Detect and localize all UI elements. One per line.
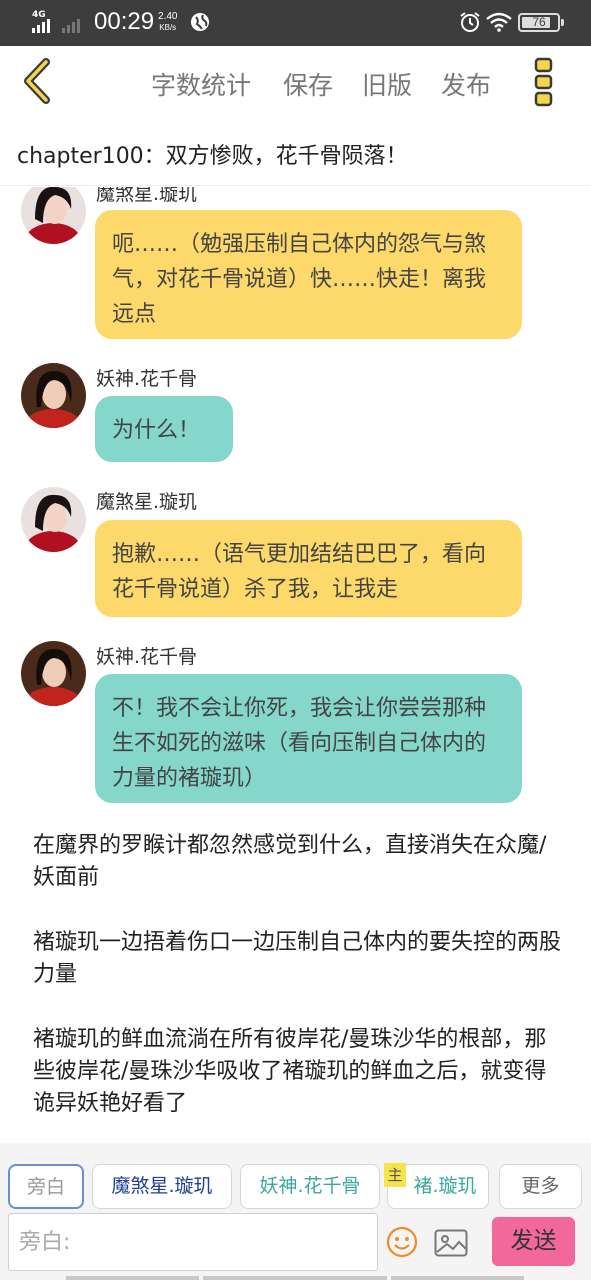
chapter-title[interactable]: chapter100：双方惨败，花千骨陨落！: [17, 138, 408, 170]
message-bubble[interactable]: 呃……（勉强压制自己体内的怨气与煞气，对花千骨说道）快……快走！离我远点: [95, 210, 522, 339]
network-speed: 2.40 KB/s: [158, 11, 177, 33]
more-menu-icon[interactable]: [530, 56, 558, 108]
wifi-icon: [486, 12, 512, 32]
nav-indicator: [391, 1276, 524, 1280]
message-input-box[interactable]: [8, 1213, 378, 1271]
signal-icon: [32, 19, 80, 33]
chapter-title-row: chapter100：双方惨败，花千骨陨落！: [0, 120, 591, 186]
narration-text[interactable]: 褚璇玑一边捂着伤口一边压制自己体内的要失控的两股力量: [33, 927, 568, 991]
message-bubble[interactable]: 为什么！: [95, 396, 233, 462]
message-list[interactable]: 魔煞星.璇玑 呃……（勉强压制自己体内的怨气与煞气，对花千骨说道）快……快走！离…: [0, 187, 591, 1143]
narration-text[interactable]: 褚璇玑的鲜血流淌在所有彼岸花/曼珠沙华的根部，那些彼岸花/曼珠沙华吸收了褚璇玑的…: [33, 1024, 568, 1120]
message-input[interactable]: [9, 1214, 377, 1270]
nav-indicator: [203, 1276, 387, 1280]
message-bubble[interactable]: 抱歉……（语气更加结结巴巴了，看向花千骨说道）杀了我，让我走: [95, 520, 522, 617]
image-icon[interactable]: [434, 1229, 468, 1257]
battery-icon: 76: [518, 13, 564, 32]
emoji-icon[interactable]: [386, 1226, 418, 1258]
old-version-button[interactable]: 旧版: [362, 66, 412, 102]
narration-text[interactable]: 在魔界的罗睺计都忽然感觉到什么，直接消失在众魔/妖面前: [33, 830, 568, 894]
battery-level: 76: [532, 15, 546, 29]
avatar-huaqiangu[interactable]: [21, 363, 86, 428]
battery-tip: [561, 19, 564, 26]
clock: 00:29: [94, 8, 155, 35]
message-speaker: 魔煞星.璇玑: [96, 491, 198, 513]
role-xuanji-button[interactable]: 魔煞星.璇玑: [92, 1164, 232, 1209]
avatar-xuanji[interactable]: [21, 187, 86, 244]
role-huaqiangu-button[interactable]: 妖神.花千骨: [240, 1164, 380, 1209]
message-speaker: 魔煞星.璇玑: [96, 187, 198, 205]
word-count-button[interactable]: 字数统计: [151, 66, 251, 102]
globe-icon: [191, 13, 209, 31]
status-bar: 4G 00:29 2.40 KB/s 76: [0, 0, 591, 46]
message-speaker: 妖神.花千骨: [96, 646, 198, 668]
send-button[interactable]: 发送: [492, 1217, 575, 1266]
more-roles-button[interactable]: 更多: [499, 1164, 582, 1209]
top-toolbar: 字数统计 保存 旧版 发布: [0, 46, 591, 120]
nav-indicator: [66, 1276, 199, 1280]
composer-bar: 旁白 魔煞星.璇玑 妖神.花千骨 褚.璇玑 更多 发送: [0, 1143, 591, 1280]
back-chevron-icon[interactable]: [18, 58, 58, 104]
message-bubble[interactable]: 不！我不会让你死，我会让你尝尝那种生不如死的滋味（看向压制自己体内的力量的褚璇玑…: [95, 674, 522, 803]
publish-button[interactable]: 发布: [441, 66, 491, 102]
message-speaker: 妖神.花千骨: [96, 368, 198, 390]
save-button[interactable]: 保存: [283, 66, 333, 102]
avatar-xuanji[interactable]: [21, 487, 86, 552]
speed-value: 2.40: [158, 11, 178, 22]
alarm-icon: [460, 12, 480, 32]
speed-unit: KB/s: [159, 23, 177, 32]
main-role-badge: 主: [384, 1163, 406, 1187]
avatar-huaqiangu[interactable]: [21, 641, 86, 706]
role-narrator-button[interactable]: 旁白: [8, 1164, 84, 1209]
